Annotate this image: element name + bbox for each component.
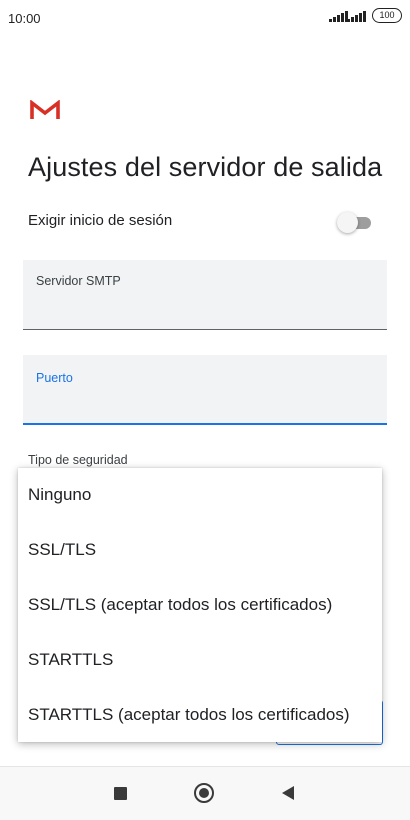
require-login-row[interactable]: Exigir inicio de sesión	[28, 210, 383, 234]
port-label: Puerto	[36, 371, 73, 385]
navigation-bar	[0, 766, 410, 820]
status-time: 10:00	[8, 11, 41, 26]
menu-item-starttls-accept-all[interactable]: STARTTLS (aceptar todos los certificados…	[18, 688, 382, 742]
circle-icon[interactable]	[194, 783, 214, 803]
require-login-toggle[interactable]	[337, 212, 371, 233]
port-field[interactable]: Puerto	[23, 355, 387, 425]
port-input[interactable]	[36, 391, 366, 413]
menu-item-starttls[interactable]: STARTTLS	[18, 633, 382, 687]
menu-item-ssl-tls-accept-all[interactable]: SSL/TLS (aceptar todos los certificados)	[18, 578, 382, 632]
smtp-server-label: Servidor SMTP	[36, 274, 121, 288]
security-type-dropdown[interactable]: Ninguno SSL/TLS SSL/TLS (aceptar todos l…	[18, 468, 382, 742]
page-title: Ajustes del servidor de salida	[28, 152, 383, 182]
security-type-label: Tipo de seguridad	[28, 453, 128, 467]
require-login-label: Exigir inicio de sesión	[28, 212, 173, 229]
smtp-server-input[interactable]	[36, 296, 366, 318]
triangle-back-icon[interactable]	[282, 786, 294, 800]
menu-item-ssl-tls[interactable]: SSL/TLS	[18, 523, 382, 577]
battery-icon: 100	[372, 8, 402, 23]
gmail-logo-icon	[30, 100, 60, 119]
smtp-server-field[interactable]: Servidor SMTP	[23, 260, 387, 330]
signal-icon	[347, 10, 367, 22]
menu-item-ninguno[interactable]: Ninguno	[18, 468, 382, 522]
signal-icon	[329, 10, 349, 22]
toggle-thumb	[337, 212, 358, 233]
square-icon[interactable]	[114, 787, 127, 800]
status-bar: 10:00 100	[0, 0, 410, 36]
